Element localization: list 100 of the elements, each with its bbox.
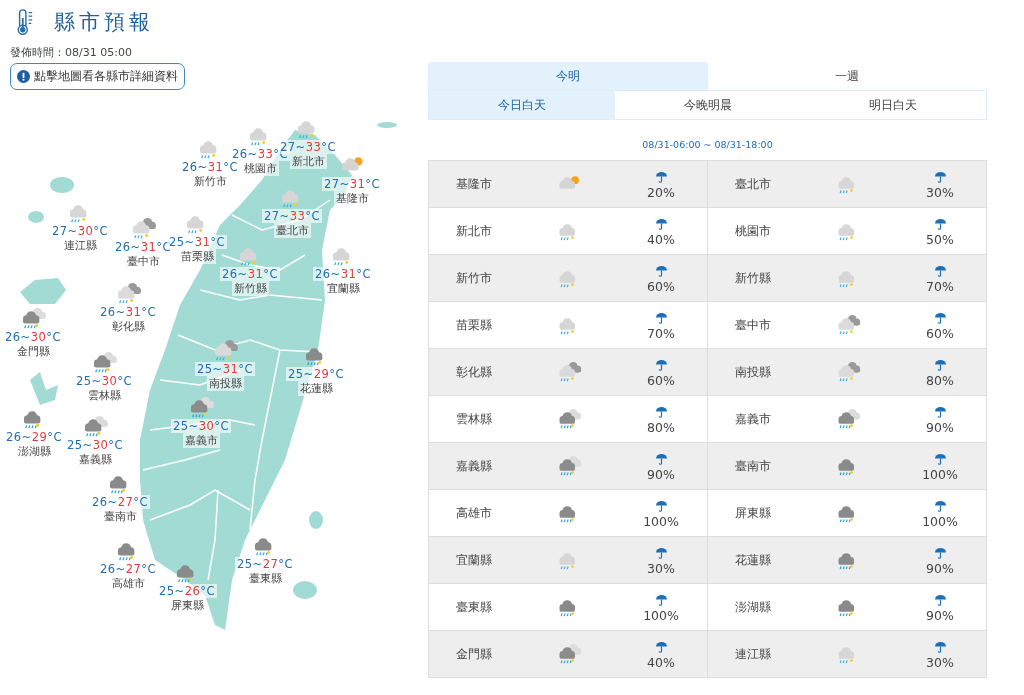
county-name: 雲林縣 [85, 388, 123, 403]
rain-cloud-icon [835, 408, 861, 430]
rain-cloud-icon [556, 643, 582, 665]
county-name: 彰化縣 [109, 319, 147, 334]
umbrella-icon [933, 642, 947, 653]
rain-chance: 90% [647, 467, 675, 482]
umbrella-icon [654, 501, 668, 512]
county-name: 澎湖縣 [15, 444, 53, 459]
umbrella-icon [933, 407, 947, 418]
county-name[interactable]: 新北市 [429, 222, 556, 240]
county-name: 高雄市 [109, 576, 147, 591]
rain-cloud-icon [835, 361, 861, 383]
county-name[interactable]: 高雄市 [429, 504, 556, 522]
island[interactable] [30, 372, 58, 405]
county-name[interactable]: 新竹縣 [708, 269, 835, 287]
umbrella-icon [933, 501, 947, 512]
temperature-range: 25~31°C [194, 362, 256, 376]
county-name[interactable]: 屏東縣 [708, 504, 835, 522]
county-name: 屏東縣 [168, 598, 206, 613]
county-name: 南投縣 [206, 376, 244, 391]
county-name[interactable]: 金門縣 [429, 645, 556, 663]
county-name[interactable]: 澎湖縣 [708, 598, 835, 616]
island[interactable] [20, 278, 66, 304]
county-name: 臺北市 [273, 223, 311, 238]
umbrella-icon [654, 407, 668, 418]
county-name: 宜蘭縣 [324, 281, 362, 296]
issue-time: 發佈時間：08/31 05:00 [10, 45, 133, 60]
temperature-range: 26~27°C [89, 495, 151, 509]
umbrella-icon [933, 360, 947, 371]
umbrella-icon [933, 266, 947, 277]
info-icon [17, 70, 30, 83]
thermometer-icon [16, 8, 34, 36]
county-name[interactable]: 嘉義市 [708, 410, 835, 428]
temperature-range: 26~31°C [219, 267, 281, 281]
island[interactable] [309, 511, 323, 529]
county-name[interactable]: 花蓮縣 [708, 551, 835, 569]
umbrella-icon [654, 548, 668, 559]
county-name[interactable]: 南投縣 [708, 363, 835, 381]
island[interactable] [28, 211, 44, 223]
county-name[interactable]: 臺南市 [708, 457, 835, 475]
period-tab[interactable]: 今明 [428, 62, 708, 90]
county-name[interactable]: 臺東縣 [429, 598, 556, 616]
county-name[interactable]: 彰化縣 [429, 363, 556, 381]
rain-cloud-icon [556, 408, 582, 430]
county-name: 臺南市 [101, 509, 139, 524]
rain-chance: 20% [647, 185, 675, 200]
county-name: 桃園市 [241, 161, 279, 176]
rain-cloud-icon [556, 361, 582, 383]
county-name: 臺中市 [124, 254, 162, 269]
county-name: 金門縣 [14, 344, 52, 359]
county-name[interactable]: 雲林縣 [429, 410, 556, 428]
umbrella-icon [654, 266, 668, 277]
county-name[interactable]: 連江縣 [708, 645, 835, 663]
rain-chance: 100% [643, 514, 679, 529]
county-name[interactable]: 臺中市 [708, 316, 835, 334]
island[interactable] [50, 177, 74, 193]
temperature-range: 25~30°C [170, 419, 232, 433]
rain-chance: 90% [926, 608, 954, 623]
rain-chance: 60% [926, 326, 954, 341]
rain-chance: 90% [926, 420, 954, 435]
county-name[interactable]: 宜蘭縣 [429, 551, 556, 569]
county-name: 連江縣 [61, 238, 99, 253]
map-hint-button[interactable]: 點擊地圖看各縣市詳細資料 [10, 63, 185, 90]
county-name: 苗栗縣 [178, 249, 216, 264]
rain-chance: 50% [926, 232, 954, 247]
rain-chance: 70% [926, 279, 954, 294]
rain-cloud-icon [835, 314, 861, 336]
rain-chance: 70% [647, 326, 675, 341]
rain-chance: 30% [926, 655, 954, 670]
rain-chance: 90% [926, 561, 954, 576]
county-name: 新北市 [289, 154, 327, 169]
umbrella-icon [933, 454, 947, 465]
umbrella-icon [654, 360, 668, 371]
time-tab[interactable]: 今日白天 [429, 91, 615, 119]
umbrella-icon [933, 595, 947, 606]
rain-chance: 30% [926, 185, 954, 200]
page-title: 縣市預報 [54, 9, 154, 36]
umbrella-icon [654, 454, 668, 465]
county-name[interactable]: 苗栗縣 [429, 316, 556, 334]
county-name[interactable]: 臺北市 [708, 175, 835, 193]
rain-chance: 60% [647, 373, 675, 388]
rain-chance: 80% [647, 420, 675, 435]
umbrella-icon [933, 548, 947, 559]
county-name: 新竹縣 [231, 281, 269, 296]
county-name[interactable]: 桃園市 [708, 222, 835, 240]
county-name: 花蓮縣 [297, 381, 335, 396]
county-name: 嘉義市 [182, 433, 220, 448]
island[interactable] [377, 122, 397, 128]
rain-chance: 100% [922, 514, 958, 529]
county-name: 新竹市 [191, 174, 229, 189]
umbrella-icon [654, 172, 668, 183]
county-name[interactable]: 嘉義縣 [429, 457, 556, 475]
umbrella-icon [654, 219, 668, 230]
umbrella-icon [654, 595, 668, 606]
umbrella-icon [654, 313, 668, 324]
island[interactable] [293, 581, 317, 599]
county-name[interactable]: 基隆市 [429, 175, 556, 193]
county-name[interactable]: 新竹市 [429, 269, 556, 287]
rain-chance: 80% [926, 373, 954, 388]
rain-chance: 40% [647, 232, 675, 247]
